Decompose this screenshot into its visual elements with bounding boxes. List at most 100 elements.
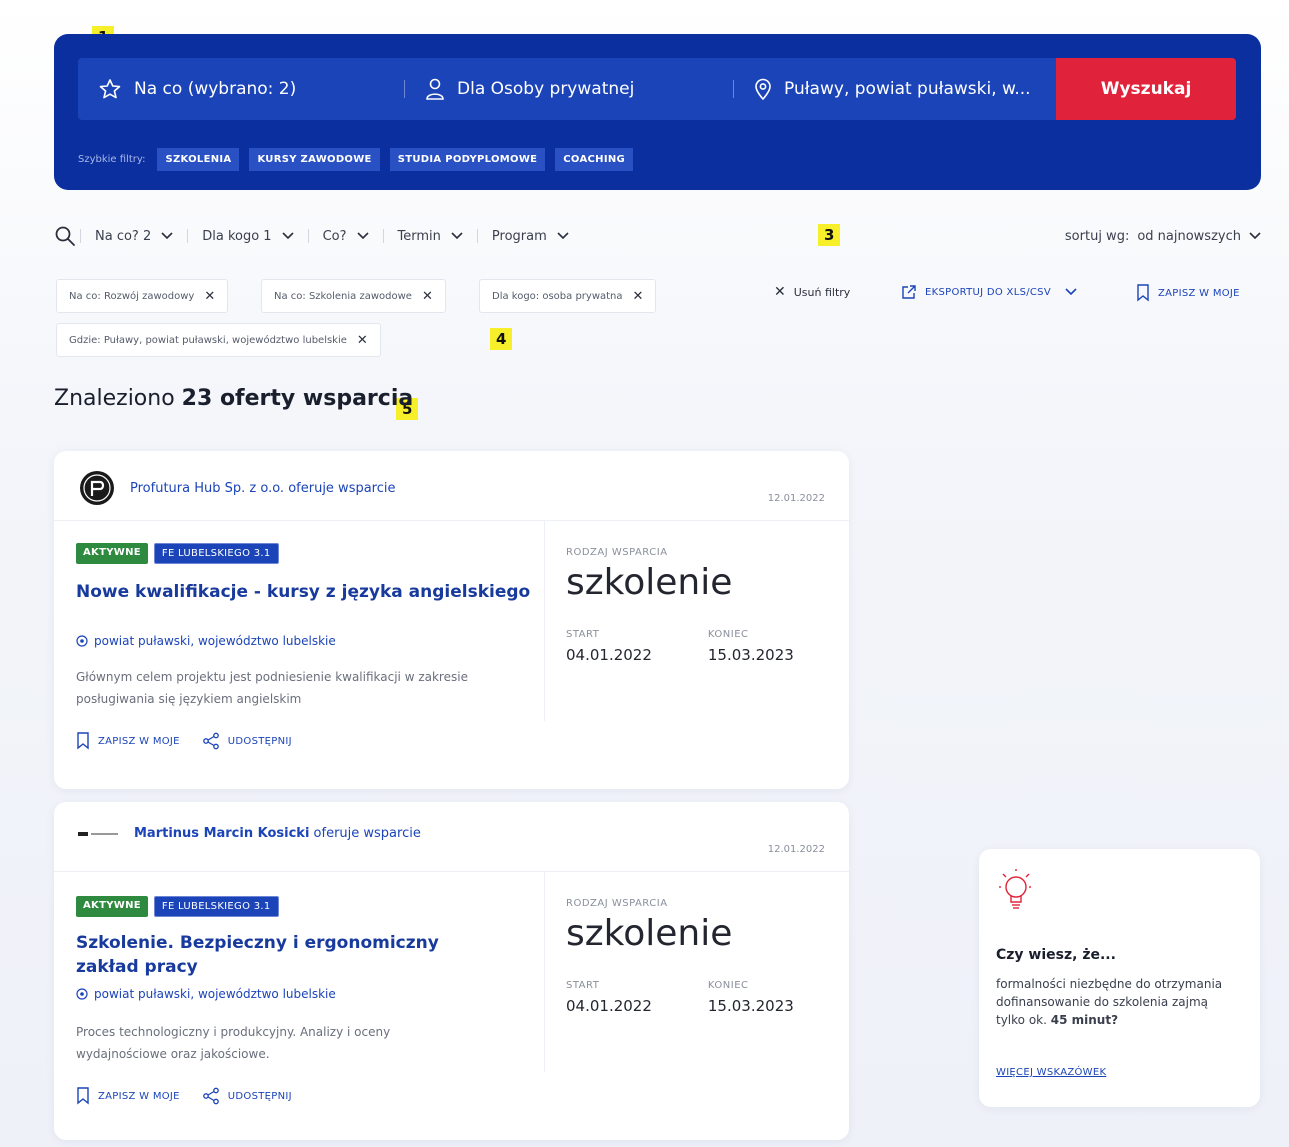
end-date: KONIEC 15.03.2023 — [708, 980, 794, 1015]
where-field[interactable]: Puławy, powiat puławski, w... — [734, 58, 1054, 120]
what-field[interactable]: Na co (wybrano: 2) — [78, 58, 404, 120]
organization-name[interactable]: Profutura Hub Sp. z o.o. — [130, 481, 284, 496]
export-button[interactable]: EKSPORTUJ DO XLS/CSV — [901, 284, 1077, 300]
filter-row: Na co? 2 Dla kogo 1 Co? Termin Program s… — [54, 222, 1261, 250]
active-filter-label: Na co: Rozwój zawodowy — [69, 290, 195, 302]
sort-value: od najnowszych — [1137, 228, 1241, 244]
card-title[interactable]: Szkolenie. Bezpieczny i ergonomiczny zak… — [76, 931, 506, 979]
organization-suffix: oferuje wsparcie — [313, 826, 421, 841]
offer-card[interactable]: Martinus Marcin Kosicki oferuje wsparcie… — [54, 802, 849, 1140]
results-count: Znaleziono 23 oferty wsparcia — [54, 386, 413, 411]
results-prefix: Znaleziono — [54, 386, 175, 411]
card-actions: ZAPISZ W MOJE UDOSTĘPNIJ — [76, 732, 546, 750]
save-button[interactable]: ZAPISZ W MOJE — [76, 732, 180, 750]
more-tips-link[interactable]: WIĘCEJ WSKAZÓWEK — [996, 1067, 1106, 1078]
filter-dropdown-date[interactable]: Termin — [384, 229, 477, 244]
quick-filter-chip[interactable]: COACHING — [555, 148, 634, 171]
close-icon[interactable]: ✕ — [357, 333, 368, 348]
filter-dropdown-label: Program — [491, 228, 547, 244]
support-type-label: RODZAJ WSPARCIA — [566, 898, 668, 909]
search-button[interactable]: Wyszukaj — [1056, 58, 1236, 120]
location-pin-icon — [76, 635, 88, 647]
quick-filter-chip[interactable]: KURSY ZAWODOWE — [249, 148, 380, 171]
organization-name[interactable]: Martinus Marcin Kosicki — [134, 826, 309, 841]
filter-dropdown-label: Termin — [397, 228, 441, 244]
active-filter-chip[interactable]: Dla kogo: osoba prywatna ✕ — [479, 279, 657, 313]
where-field-label: Puławy, powiat puławski, w... — [784, 79, 1031, 99]
active-filter-chip[interactable]: Gdzie: Puławy, powiat puławski, wojewódz… — [56, 323, 381, 357]
search-icon[interactable] — [54, 225, 76, 247]
card-date: 12.01.2022 — [767, 844, 825, 855]
who-field[interactable]: Dla Osoby prywatnej — [405, 58, 733, 120]
active-filter-label: Dla kogo: osoba prywatna — [492, 290, 623, 302]
offer-card[interactable]: Profutura Hub Sp. z o.o. oferuje wsparci… — [54, 451, 849, 789]
end-value: 15.03.2023 — [707, 646, 794, 664]
chevron-down-icon — [356, 232, 369, 240]
tip-title: Czy wiesz, że... — [996, 947, 1116, 963]
start-date: START 04.01.2022 — [566, 629, 652, 664]
card-dates: START 04.01.2022 KONIEC 15.03.2023 — [566, 980, 826, 1015]
chevron-down-icon — [1249, 232, 1261, 240]
sort-label: sortuj wg: — [1064, 228, 1130, 244]
share-label: UDOSTĘPNIJ — [227, 1090, 292, 1102]
share-button[interactable]: UDOSTĘPNIJ — [202, 732, 292, 750]
chevron-down-icon — [282, 232, 294, 240]
start-value: 04.01.2022 — [566, 997, 652, 1015]
save-search-label: ZAPISZ W MOJE — [1158, 287, 1240, 299]
chevron-down-icon — [557, 232, 569, 240]
end-label: KONIEC — [707, 980, 749, 991]
card-title[interactable]: Nowe kwalifikacje - kursy z języka angie… — [76, 580, 546, 604]
clear-filters-button[interactable]: ✕ Usuń filtry — [774, 284, 850, 300]
organization-suffix: oferuje wsparcie — [288, 480, 396, 496]
tip-text: formalności niezbędne do otrzymania dofi… — [996, 975, 1236, 1029]
active-filter-chip[interactable]: Na co: Szkolenia zawodowe ✕ — [261, 279, 446, 313]
filter-dropdown-type[interactable]: Co? — [309, 229, 383, 244]
results-count-value: 23 oferty wsparcia — [181, 386, 414, 411]
organization: Profutura Hub Sp. z o.o. oferuje wsparci… — [78, 469, 396, 507]
share-button[interactable]: UDOSTĘPNIJ — [202, 1087, 292, 1105]
card-location-label: powiat puławski, województwo lubelskie — [94, 634, 336, 648]
external-link-icon — [902, 285, 916, 299]
sort-dropdown[interactable]: sortuj wg: od najnowszych — [1065, 229, 1261, 244]
card-header: Martinus Marcin Kosicki oferuje wsparcie… — [54, 802, 849, 872]
export-label: EKSPORTUJ DO XLS/CSV — [925, 286, 1051, 298]
filter-dropdown-what[interactable]: Na co? 2 — [81, 229, 187, 244]
quick-filter-chip[interactable]: SZKOLENIA — [157, 148, 240, 171]
save-button[interactable]: ZAPISZ W MOJE — [76, 1087, 180, 1105]
who-field-label: Dla Osoby prywatnej — [457, 79, 635, 99]
quick-filters-label: Szybkie filtry: — [78, 154, 146, 165]
chevron-down-icon — [161, 232, 173, 240]
clear-filters-label: Usuń filtry — [793, 285, 851, 299]
save-search-button[interactable]: ZAPISZ W MOJE — [1136, 284, 1240, 302]
support-type-value: szkolenie — [566, 562, 733, 603]
quick-filter-chip[interactable]: STUDIA PODYPLOMOWE — [389, 148, 546, 171]
filter-dropdown-who[interactable]: Dla kogo 1 — [188, 229, 307, 244]
active-filter-label: Na co: Szkolenia zawodowe — [274, 290, 412, 302]
close-icon[interactable]: ✕ — [422, 289, 433, 304]
card-actions: ZAPISZ W MOJE UDOSTĘPNIJ — [76, 1087, 546, 1105]
card-tags: AKTYWNE FE LUBELSKIEGO 3.1 — [76, 896, 546, 917]
program-badge: FE LUBELSKIEGO 3.1 — [153, 543, 279, 564]
card-main: AKTYWNE FE LUBELSKIEGO 3.1 Nowe kwalifik… — [76, 543, 546, 750]
end-value: 15.03.2023 — [707, 997, 794, 1015]
chevron-down-icon — [1065, 288, 1077, 296]
share-label: UDOSTĘPNIJ — [227, 735, 292, 747]
active-filter-label: Gdzie: Puławy, powiat puławski, wojewódz… — [69, 334, 347, 346]
close-icon: ✕ — [774, 284, 786, 300]
star-icon — [99, 79, 121, 99]
start-date: START 04.01.2022 — [566, 980, 652, 1015]
filter-dropdown-program[interactable]: Program — [478, 229, 583, 244]
card-location: powiat puławski, województwo lubelskie — [76, 634, 546, 648]
organization-logo — [80, 471, 114, 505]
card-date: 12.01.2022 — [767, 493, 825, 504]
divider — [544, 521, 545, 721]
filter-dropdown-label: Na co? 2 — [95, 228, 152, 244]
search-bar: Na co (wybrano: 2) Dla Osoby prywatnej P… — [78, 58, 1236, 120]
active-filter-chip[interactable]: Na co: Rozwój zawodowy ✕ — [56, 279, 229, 313]
share-icon — [202, 732, 219, 750]
close-icon[interactable]: ✕ — [204, 289, 215, 304]
person-icon — [426, 78, 444, 100]
close-icon[interactable]: ✕ — [633, 289, 644, 304]
end-date: KONIEC 15.03.2023 — [708, 629, 794, 664]
end-label: KONIEC — [707, 629, 749, 640]
